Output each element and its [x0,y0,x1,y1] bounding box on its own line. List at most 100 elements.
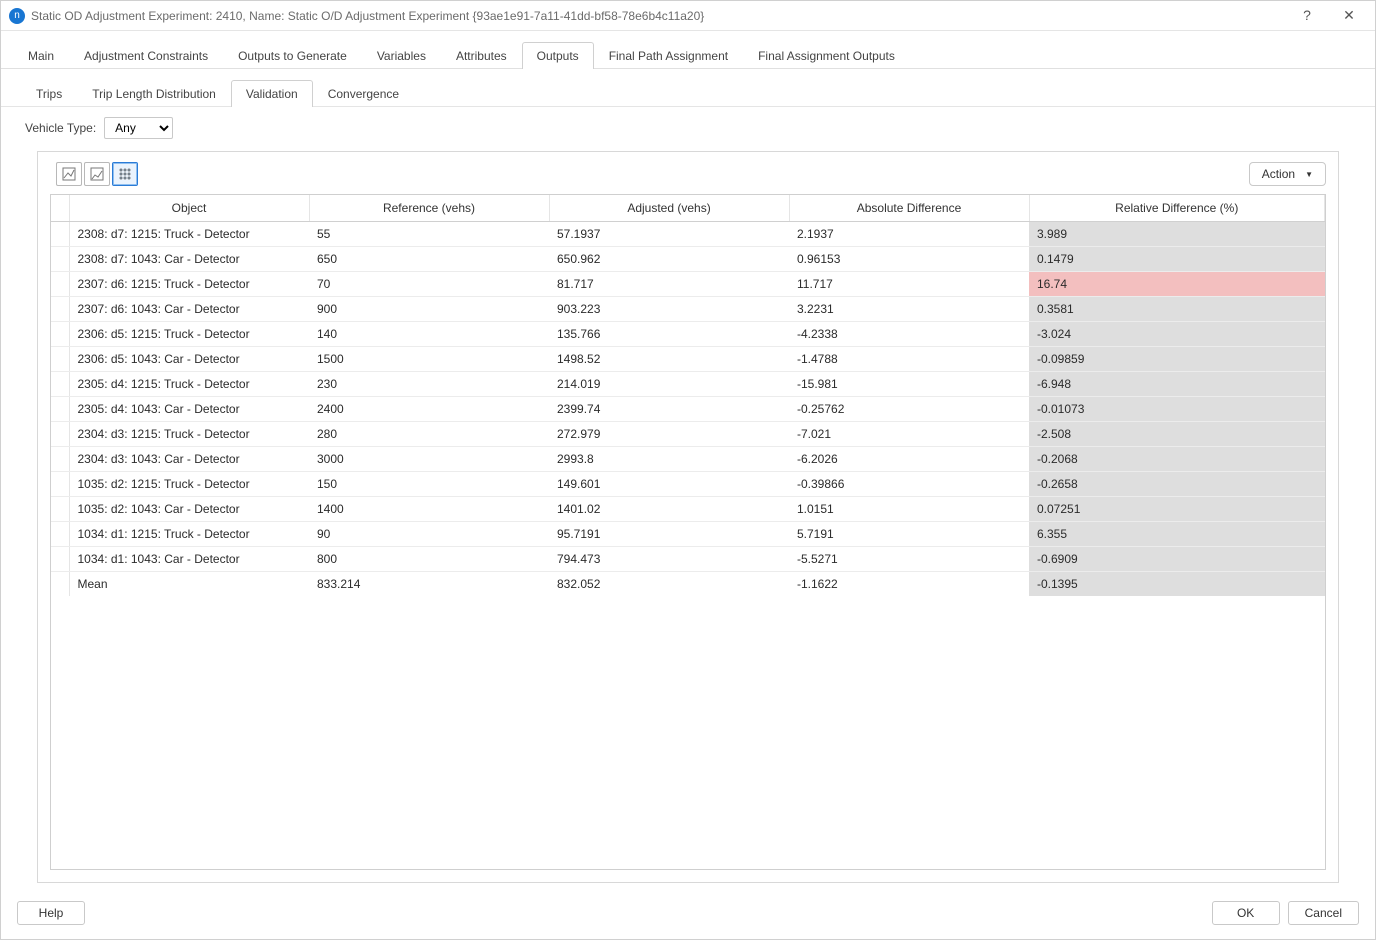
header-reference[interactable]: Reference (vehs) [309,195,549,222]
cell-object: 1035: d2: 1215: Truck - Detector [69,472,309,497]
cell-adjusted: 272.979 [549,422,789,447]
table-row[interactable]: 1035: d2: 1043: Car - Detector14001401.0… [51,497,1325,522]
cell-absdiff: -15.981 [789,372,1029,397]
cell-absdiff: -1.4788 [789,347,1029,372]
cell-reldiff: -2.508 [1029,422,1325,447]
cell-object: 2307: d6: 1215: Truck - Detector [69,272,309,297]
cell-object: 2305: d4: 1043: Car - Detector [69,397,309,422]
table-row[interactable]: 2305: d4: 1043: Car - Detector24002399.7… [51,397,1325,422]
table-row[interactable]: 2304: d3: 1215: Truck - Detector280272.9… [51,422,1325,447]
cell-object: 2304: d3: 1215: Truck - Detector [69,422,309,447]
table-header-row: Object Reference (vehs) Adjusted (vehs) … [51,195,1325,222]
header-adjusted[interactable]: Adjusted (vehs) [549,195,789,222]
cell-reldiff: -0.1395 [1029,572,1325,597]
close-icon[interactable]: ✕ [1337,7,1361,24]
window-title: Static OD Adjustment Experiment: 2410, N… [31,9,1295,23]
cancel-button[interactable]: Cancel [1288,901,1359,925]
cell-reference: 833.214 [309,572,549,597]
cell-reference: 800 [309,547,549,572]
tab-main[interactable]: Main [13,42,69,69]
tab-final-assignment-outputs[interactable]: Final Assignment Outputs [743,42,910,69]
cell-reldiff: -0.6909 [1029,547,1325,572]
cell-absdiff: -4.2338 [789,322,1029,347]
cell-reldiff: -3.024 [1029,322,1325,347]
dialog-footer: Help OK Cancel [1,893,1375,939]
row-gutter [51,497,69,522]
action-button-label: Action [1262,167,1295,181]
subtab-convergence[interactable]: Convergence [313,80,414,107]
table-view-button[interactable] [112,162,138,186]
table-row[interactable]: 1035: d2: 1215: Truck - Detector150149.6… [51,472,1325,497]
cell-absdiff: -5.5271 [789,547,1029,572]
ok-button[interactable]: OK [1212,901,1280,925]
cell-reference: 70 [309,272,549,297]
chart-view-1-button[interactable] [56,162,82,186]
cell-reldiff: -0.2068 [1029,447,1325,472]
cell-reference: 140 [309,322,549,347]
cell-reference: 3000 [309,447,549,472]
subtab-trips[interactable]: Trips [21,80,77,107]
chart-view-2-button[interactable] [84,162,110,186]
cell-object: 1035: d2: 1043: Car - Detector [69,497,309,522]
help-icon[interactable]: ? [1295,7,1319,24]
cell-absdiff: 3.2231 [789,297,1029,322]
tab-variables[interactable]: Variables [362,42,441,69]
cell-adjusted: 81.717 [549,272,789,297]
tab-attributes[interactable]: Attributes [441,42,522,69]
tab-final-path-assignment[interactable]: Final Path Assignment [594,42,743,69]
cell-reldiff: 16.74 [1029,272,1325,297]
table-row[interactable]: 2307: d6: 1215: Truck - Detector7081.717… [51,272,1325,297]
cell-absdiff: -0.25762 [789,397,1029,422]
cell-reference: 2400 [309,397,549,422]
cell-adjusted: 832.052 [549,572,789,597]
vehicle-type-select[interactable]: Any [104,117,173,139]
action-menu-button[interactable]: Action ▼ [1249,162,1326,186]
cell-reldiff: 0.1479 [1029,247,1325,272]
cell-absdiff: -6.2026 [789,447,1029,472]
help-button[interactable]: Help [17,901,85,925]
window-controls: ? ✕ [1295,7,1367,24]
row-gutter [51,222,69,247]
tab-outputs[interactable]: Outputs [522,42,594,69]
row-gutter [51,572,69,597]
cell-reldiff: 6.355 [1029,522,1325,547]
cell-adjusted: 214.019 [549,372,789,397]
cell-object: 1034: d1: 1215: Truck - Detector [69,522,309,547]
table-row[interactable]: 2306: d5: 1215: Truck - Detector140135.7… [51,322,1325,347]
table-row[interactable]: 2304: d3: 1043: Car - Detector30002993.8… [51,447,1325,472]
cell-absdiff: -0.39866 [789,472,1029,497]
cell-reference: 90 [309,522,549,547]
cell-adjusted: 149.601 [549,472,789,497]
table-row[interactable]: 2307: d6: 1043: Car - Detector900903.223… [51,297,1325,322]
cell-adjusted: 2993.8 [549,447,789,472]
cell-adjusted: 1498.52 [549,347,789,372]
tab-adjustment-constraints[interactable]: Adjustment Constraints [69,42,223,69]
row-gutter [51,422,69,447]
table-row[interactable]: 2308: d7: 1043: Car - Detector650650.962… [51,247,1325,272]
cell-reldiff: 0.3581 [1029,297,1325,322]
cell-adjusted: 1401.02 [549,497,789,522]
subtab-trip-length-distribution[interactable]: Trip Length Distribution [77,80,231,107]
cell-adjusted: 2399.74 [549,397,789,422]
cell-absdiff: 0.96153 [789,247,1029,272]
table-row[interactable]: 2305: d4: 1215: Truck - Detector230214.0… [51,372,1325,397]
validation-table-wrapper[interactable]: Object Reference (vehs) Adjusted (vehs) … [50,194,1326,870]
table-row[interactable]: 2308: d7: 1215: Truck - Detector5557.193… [51,222,1325,247]
table-row[interactable]: 2306: d5: 1043: Car - Detector15001498.5… [51,347,1325,372]
cell-reldiff: 0.07251 [1029,497,1325,522]
cell-absdiff: -1.1622 [789,572,1029,597]
tab-outputs-to-generate[interactable]: Outputs to Generate [223,42,362,69]
cell-object: 2308: d7: 1215: Truck - Detector [69,222,309,247]
header-reldiff[interactable]: Relative Difference (%) [1029,195,1325,222]
cell-adjusted: 57.1937 [549,222,789,247]
header-object[interactable]: Object [69,195,309,222]
header-absdiff[interactable]: Absolute Difference [789,195,1029,222]
subtab-validation[interactable]: Validation [231,80,313,107]
table-row[interactable]: 1034: d1: 1215: Truck - Detector9095.719… [51,522,1325,547]
cell-reldiff: -0.2658 [1029,472,1325,497]
cell-reference: 280 [309,422,549,447]
row-gutter [51,347,69,372]
cell-adjusted: 135.766 [549,322,789,347]
row-gutter [51,247,69,272]
table-row[interactable]: 1034: d1: 1043: Car - Detector800794.473… [51,547,1325,572]
